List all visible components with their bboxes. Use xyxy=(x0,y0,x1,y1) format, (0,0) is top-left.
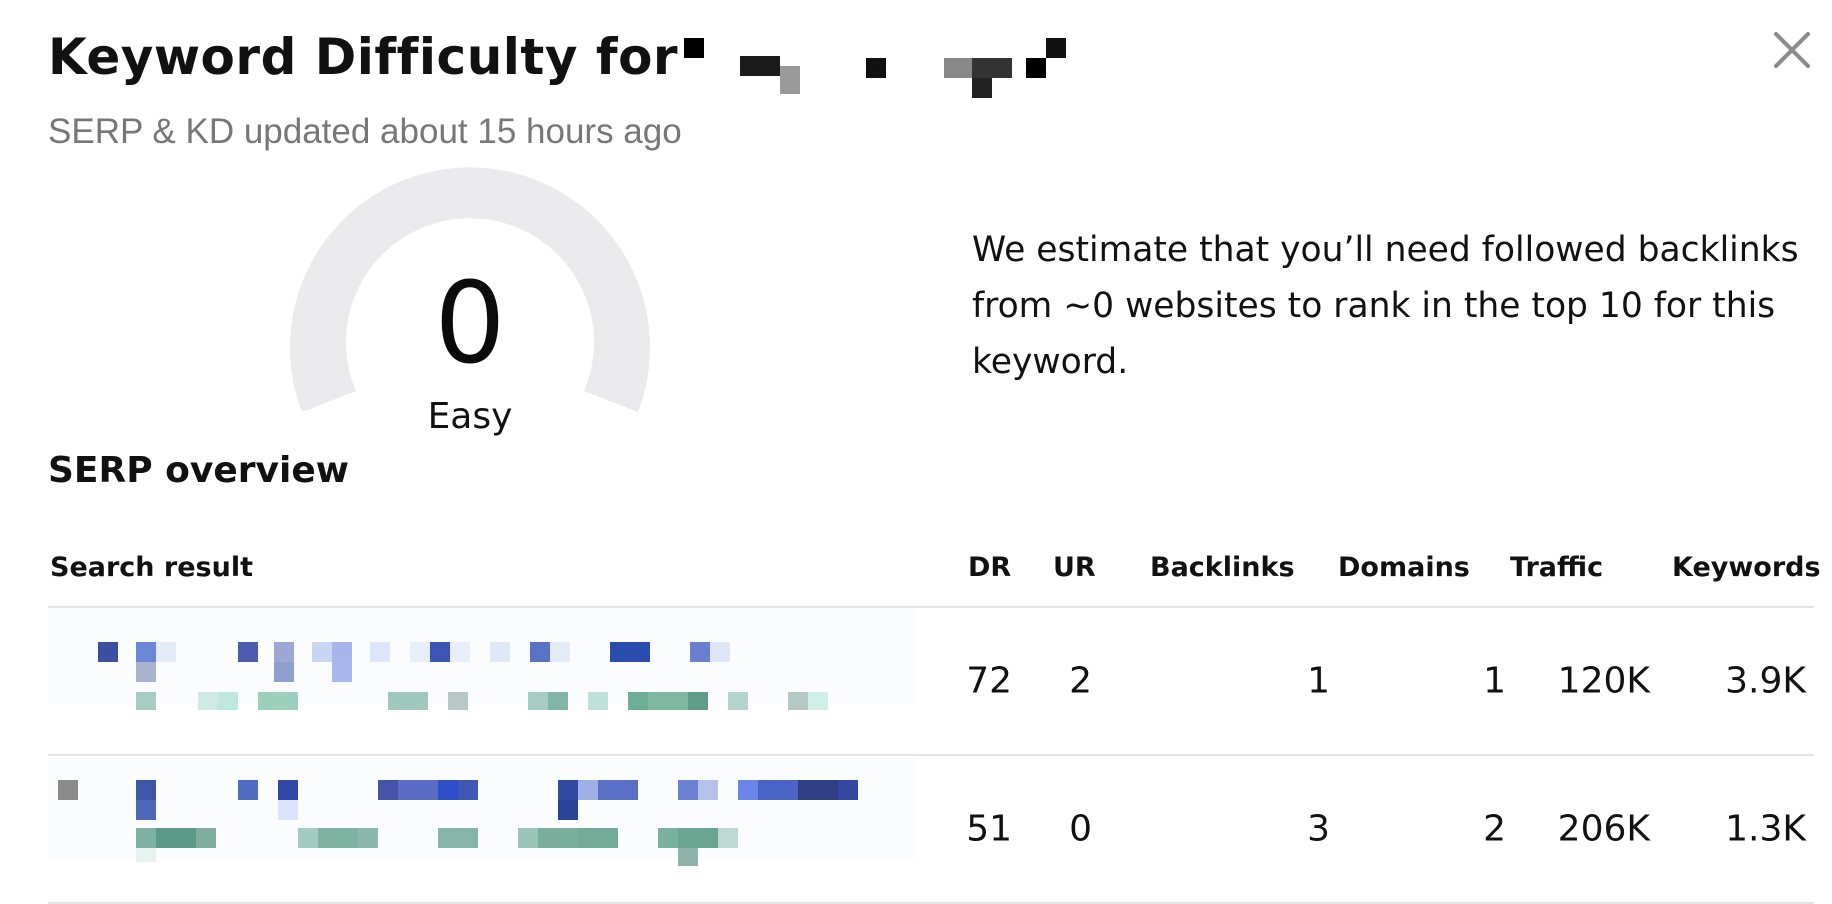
column-traffic[interactable]: Traffic xyxy=(1510,552,1603,583)
cell-backlinks[interactable]: 1 xyxy=(1148,661,1330,702)
cell-ur[interactable]: 0 xyxy=(1028,809,1092,850)
cell-dr: 72 xyxy=(966,660,1012,702)
serp-table: Search result DR UR Backlinks Domains Tr… xyxy=(48,546,1821,904)
difficulty-gauge: 0 Easy xyxy=(280,158,660,448)
close-icon[interactable] xyxy=(1768,26,1816,74)
cell-backlinks[interactable]: 3 xyxy=(1148,809,1330,850)
cell-dr: 51 xyxy=(966,808,1012,850)
cell-keywords: 3.9K xyxy=(1725,660,1806,702)
column-search-result[interactable]: Search result xyxy=(50,552,253,583)
cell-keywords: 1.3K xyxy=(1725,808,1806,850)
table-row: 51 0 3 2 206K 1.3K xyxy=(48,756,1814,904)
search-result-link[interactable] xyxy=(48,756,928,902)
redacted-keyword xyxy=(660,36,1080,98)
dialog-title: Keyword Difficulty for xyxy=(48,28,679,86)
cell-ur[interactable]: 2 xyxy=(1028,661,1092,702)
column-keywords[interactable]: Keywords xyxy=(1672,552,1821,583)
search-result-link[interactable] xyxy=(48,608,928,754)
backlink-estimate: We estimate that you’ll need followed ba… xyxy=(972,230,1799,382)
update-status: SERP & KD updated about 15 hours ago xyxy=(48,112,682,151)
difficulty-label: Easy xyxy=(427,396,513,437)
column-ur[interactable]: UR xyxy=(1053,552,1096,583)
column-backlinks[interactable]: Backlinks xyxy=(1150,552,1295,583)
column-domains[interactable]: Domains xyxy=(1338,552,1470,583)
cell-traffic: 206K xyxy=(1557,808,1650,850)
table-row: 72 2 1 1 120K 3.9K xyxy=(48,608,1814,756)
difficulty-score: 0 xyxy=(434,259,506,389)
serp-overview-title: SERP overview xyxy=(48,450,350,491)
table-header: Search result DR UR Backlinks Domains Tr… xyxy=(48,546,1821,608)
column-dr[interactable]: DR xyxy=(968,552,1011,583)
cell-traffic: 120K xyxy=(1557,660,1650,702)
cell-domains[interactable]: 1 xyxy=(1338,661,1506,702)
cell-domains[interactable]: 2 xyxy=(1338,809,1506,850)
